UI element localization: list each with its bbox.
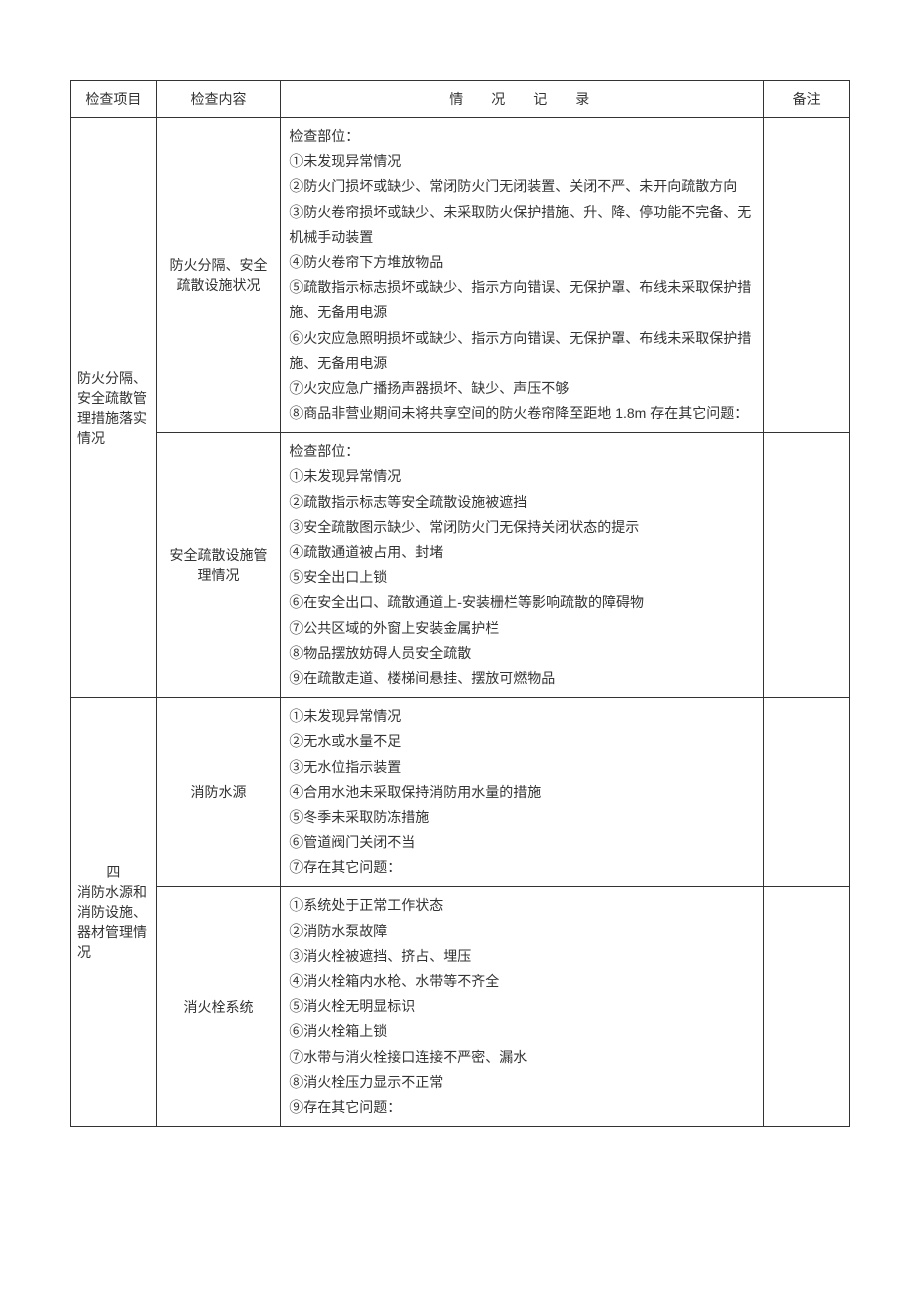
record-line: ⑦火灾应急广播扬声器损坏、缺少、声压不够 (289, 376, 755, 401)
header-record: 情况记录 (281, 81, 764, 118)
record-line: ⑦公共区域的外窗上安装金属护栏 (289, 616, 755, 641)
record-line: ⑦存在其它问题： (289, 855, 755, 880)
record-line: ④消火栓箱内水枪、水带等不齐全 (289, 969, 755, 994)
record-line: ⑥在安全出口、疏散通道上-安装栅栏等影响疏散的障碍物 (289, 590, 755, 615)
record-cell: ①系统处于正常工作状态 ②消防水泵故障 ③消火栓被遮挡、挤占、埋压 ④消火栓箱内… (281, 887, 764, 1127)
table-row: 四 消防水源和消防设施、器材管理情况 消防水源 ①未发现异常情况 ②无水或水量不… (71, 698, 850, 887)
content-cell: 防火分隔、安全疏散设施状况 (156, 118, 281, 433)
record-line: ⑧商品非营业期间未将共享空间的防火卷帘降至距地 1.8m 存在其它问题： (289, 401, 755, 426)
header-row: 检查项目 检查内容 情况记录 备注 (71, 81, 850, 118)
record-line: ④合用水池未采取保持消防用水量的措施 (289, 780, 755, 805)
record-line: ③防火卷帘损坏或缺少、未采取防火保护措施、升、降、停功能不完备、无机械手动装置 (289, 200, 755, 250)
item-text: 消防水源和消防设施、器材管理情况 (77, 882, 150, 962)
remark-cell (764, 433, 850, 698)
item-number: 四 (77, 862, 150, 882)
content-cell: 消火栓系统 (156, 887, 281, 1127)
record-line: ⑧物品摆放妨碍人员安全疏散 (289, 641, 755, 666)
record-line: ③安全疏散图示缺少、常闭防火门无保持关闭状态的提示 (289, 515, 755, 540)
record-line: ②疏散指示标志等安全疏散设施被遮挡 (289, 490, 755, 515)
record-line: ⑤安全出口上锁 (289, 565, 755, 590)
record-cell: 检查部位： ①未发现异常情况 ②疏散指示标志等安全疏散设施被遮挡 ③安全疏散图示… (281, 433, 764, 698)
header-content: 检查内容 (156, 81, 281, 118)
record-line: ①系统处于正常工作状态 (289, 893, 755, 918)
content-cell: 安全疏散设施管理情况 (156, 433, 281, 698)
record-line: ④疏散通道被占用、封堵 (289, 540, 755, 565)
record-line: ⑤消火栓无明显标识 (289, 994, 755, 1019)
record-cell: 检查部位： ①未发现异常情况 ②防火门损坏或缺少、常闭防火门无闭装置、关闭不严、… (281, 118, 764, 433)
record-line: ①未发现异常情况 (289, 464, 755, 489)
record-line: ⑧消火栓压力显示不正常 (289, 1070, 755, 1095)
item-cell-fire-separation: 防火分隔、安全疏散管理措施落实情况 (71, 118, 157, 698)
record-line: 检查部位： (289, 124, 755, 149)
table-row: 消火栓系统 ①系统处于正常工作状态 ②消防水泵故障 ③消火栓被遮挡、挤占、埋压 … (71, 887, 850, 1127)
record-cell: ①未发现异常情况 ②无水或水量不足 ③无水位指示装置 ④合用水池未采取保持消防用… (281, 698, 764, 887)
record-line: ⑤冬季未采取防冻措施 (289, 805, 755, 830)
table-row: 安全疏散设施管理情况 检查部位： ①未发现异常情况 ②疏散指示标志等安全疏散设施… (71, 433, 850, 698)
record-line: ③无水位指示装置 (289, 755, 755, 780)
record-line: ⑨存在其它问题： (289, 1095, 755, 1120)
remark-cell (764, 698, 850, 887)
table-row: 防火分隔、安全疏散管理措施落实情况 防火分隔、安全疏散设施状况 检查部位： ①未… (71, 118, 850, 433)
header-remark: 备注 (764, 81, 850, 118)
record-line: ⑥火灾应急照明损坏或缺少、指示方向错误、无保护罩、布线未采取保护措施、无备用电源 (289, 326, 755, 376)
item-cell-fire-equipment: 四 消防水源和消防设施、器材管理情况 (71, 698, 157, 1127)
header-item: 检查项目 (71, 81, 157, 118)
record-line: ⑨在疏散走道、楼梯间悬挂、摆放可燃物品 (289, 666, 755, 691)
record-line: 检查部位： (289, 439, 755, 464)
record-line: ⑥消火栓箱上锁 (289, 1019, 755, 1044)
record-line: ④防火卷帘下方堆放物品 (289, 250, 755, 275)
remark-cell (764, 887, 850, 1127)
record-line: ①未发现异常情况 (289, 149, 755, 174)
content-cell: 消防水源 (156, 698, 281, 887)
record-line: ⑥管道阀门关闭不当 (289, 830, 755, 855)
record-line: ⑦水带与消火栓接口连接不严密、漏水 (289, 1045, 755, 1070)
record-line: ②无水或水量不足 (289, 729, 755, 754)
record-line: ⑤疏散指示标志损坏或缺少、指示方向错误、无保护罩、布线未采取保护措施、无备用电源 (289, 275, 755, 325)
inspection-table: 检查项目 检查内容 情况记录 备注 防火分隔、安全疏散管理措施落实情况 防火分隔… (70, 80, 850, 1127)
record-line: ③消火栓被遮挡、挤占、埋压 (289, 944, 755, 969)
record-line: ②防火门损坏或缺少、常闭防火门无闭装置、关闭不严、未开向疏散方向 (289, 174, 755, 199)
record-line: ②消防水泵故障 (289, 919, 755, 944)
record-line: ①未发现异常情况 (289, 704, 755, 729)
remark-cell (764, 118, 850, 433)
